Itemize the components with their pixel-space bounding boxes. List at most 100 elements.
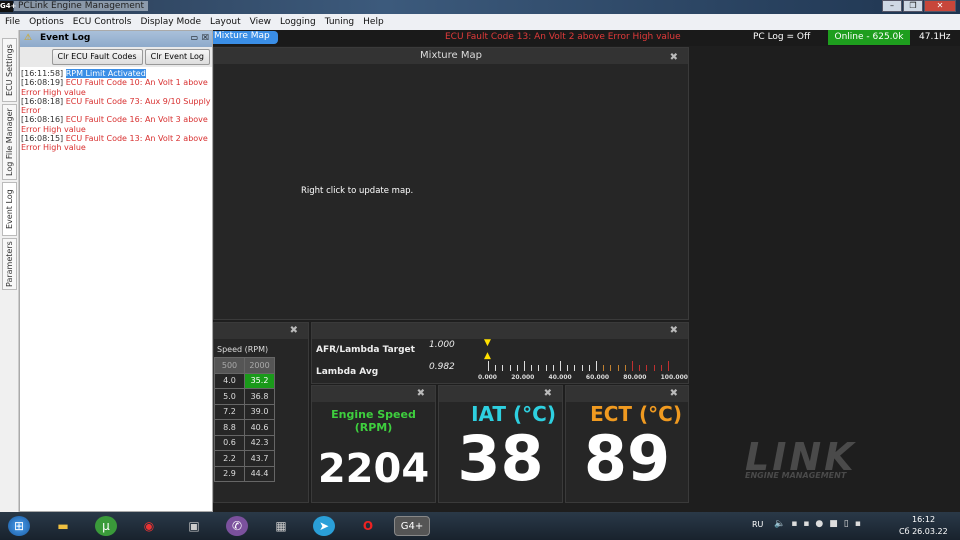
ect-gauge: ✖ ECT (°C) 89 bbox=[565, 385, 689, 503]
side-tabs: ECU Settings Log File Manager Event Log … bbox=[0, 30, 19, 512]
viber-icon[interactable]: ✆ bbox=[226, 516, 248, 536]
table-row: 5.0 36.8 bbox=[214, 388, 275, 405]
minimize-button[interactable]: – bbox=[882, 0, 902, 12]
scale-tick bbox=[588, 365, 590, 371]
start-button[interactable]: ⊞ bbox=[8, 516, 30, 536]
scale-labels: 0.000 20.000 40.000 60.000 80.000 100.000 bbox=[478, 374, 688, 381]
tray-icons[interactable]: 🔈▪▪●■▯▪ bbox=[774, 519, 867, 529]
chip-icon[interactable]: ▦ bbox=[270, 516, 292, 536]
scale-tick bbox=[509, 365, 511, 371]
event-list: [16:11:58] RPM Limit Activated [16:08:19… bbox=[20, 67, 212, 155]
event-log-title: Event Log bbox=[40, 33, 91, 43]
scale-tick bbox=[653, 365, 655, 371]
scale-tick bbox=[646, 365, 648, 371]
table-cell[interactable]: 42.3 bbox=[244, 434, 275, 451]
opera-icon[interactable]: O bbox=[357, 516, 379, 536]
device-icon[interactable]: ▣ bbox=[183, 516, 205, 536]
menu-tuning[interactable]: Tuning bbox=[325, 17, 354, 27]
maximize-icon[interactable]: ✖ bbox=[290, 325, 298, 336]
menu-display-mode[interactable]: Display Mode bbox=[140, 17, 201, 27]
online-status-badge: Online - 625.0k bbox=[828, 30, 910, 45]
table-cell[interactable]: 2.9 bbox=[214, 465, 245, 482]
update-rate: 47.1Hz bbox=[919, 32, 951, 42]
maximize-icon[interactable]: ✖ bbox=[670, 50, 678, 66]
menu-logging[interactable]: Logging bbox=[280, 17, 316, 27]
clear-fault-codes-button[interactable]: Clr ECU Fault Codes bbox=[51, 49, 143, 65]
close-icon[interactable]: ☒ bbox=[202, 33, 209, 42]
list-item[interactable]: [16:08:19] ECU Fault Code 10: An Volt 1 … bbox=[21, 78, 211, 97]
taskbar: ⊞ ▬ µ ◉ ▣ ✆ ▦ ➤ O G4+ RU 🔈▪▪●■▯▪ 16:12 С… bbox=[0, 512, 960, 540]
menu-view[interactable]: View bbox=[250, 17, 271, 27]
fuel-table-panel: ✖ Speed (RPM) 500 2000 4.0 35.2 5.0 36.8 7.2 3… bbox=[213, 322, 309, 503]
table-cell[interactable]: 43.7 bbox=[244, 450, 275, 467]
table-cell[interactable]: 2.2 bbox=[214, 450, 245, 467]
scale-label: 40.000 bbox=[548, 374, 572, 381]
afr-target-value: 1.000 bbox=[429, 340, 455, 350]
pin-icon[interactable]: ▭ bbox=[190, 33, 198, 42]
utorrent-icon[interactable]: µ bbox=[95, 516, 117, 536]
table-row: 7.2 39.0 bbox=[214, 403, 275, 420]
scale-label: 80.000 bbox=[623, 374, 647, 381]
menu-options[interactable]: Options bbox=[29, 17, 64, 27]
scale-tick bbox=[596, 361, 597, 371]
scale-tick bbox=[545, 365, 547, 371]
scale-tick bbox=[531, 365, 533, 371]
close-button[interactable]: ✕ bbox=[924, 0, 956, 12]
maximize-icon[interactable]: ✖ bbox=[670, 325, 678, 336]
table-cell[interactable]: 40.6 bbox=[244, 419, 275, 436]
tab-log-file-manager[interactable]: Log File Manager bbox=[2, 104, 17, 180]
table-cell[interactable]: 44.4 bbox=[244, 465, 275, 482]
tab-parameters[interactable]: Parameters bbox=[2, 238, 17, 290]
maximize-icon[interactable]: ✖ bbox=[670, 388, 678, 399]
maximize-icon[interactable]: ✖ bbox=[544, 388, 552, 399]
tab-event-log[interactable]: Event Log bbox=[2, 182, 17, 236]
table-cell[interactable]: 4.0 bbox=[214, 372, 245, 389]
list-item[interactable]: [16:08:16] ECU Fault Code 16: An Volt 3 … bbox=[21, 115, 211, 134]
mixture-map-title: Mixture Map bbox=[420, 50, 482, 61]
clock-time[interactable]: 16:12 bbox=[912, 515, 935, 524]
table-row: 2.9 44.4 bbox=[214, 465, 275, 482]
restore-button[interactable]: ❐ bbox=[903, 0, 923, 12]
list-item[interactable]: [16:11:58] RPM Limit Activated bbox=[21, 69, 211, 78]
table-cell[interactable]: 5.0 bbox=[214, 388, 245, 405]
gauge-value: 2204 bbox=[317, 446, 430, 492]
wifi-app-icon[interactable]: ◉ bbox=[138, 516, 160, 536]
explorer-icon[interactable]: ▬ bbox=[52, 516, 74, 536]
clear-event-log-button[interactable]: Clr Event Log bbox=[144, 49, 210, 65]
fuel-table[interactable]: 500 2000 4.0 35.2 5.0 36.8 7.2 39.0 8.8 40.6 0.6 4… bbox=[214, 357, 275, 482]
title-bar: G4+ PCLink Engine Management – ❐ ✕ bbox=[0, 0, 960, 14]
target-marker-icon: ▼ bbox=[484, 338, 491, 348]
mixture-map-panel[interactable]: Mixture Map ✖ Right click to update map. bbox=[213, 47, 689, 320]
menu-ecu-controls[interactable]: ECU Controls bbox=[73, 17, 132, 27]
scale-tick bbox=[495, 365, 497, 371]
menu-file[interactable]: File bbox=[5, 17, 20, 27]
clock-date[interactable]: Сб 26.03.22 bbox=[899, 527, 948, 536]
scale-tick bbox=[624, 365, 626, 371]
pclink-taskbar-button[interactable]: G4+ bbox=[394, 516, 430, 536]
scale-tick bbox=[524, 361, 525, 371]
list-item[interactable]: [16:08:18] ECU Fault Code 73: Aux 9/10 S… bbox=[21, 97, 211, 116]
table-row: 2.2 43.7 bbox=[214, 450, 275, 467]
table-cell[interactable]: 0.6 bbox=[214, 434, 245, 451]
maximize-icon[interactable]: ✖ bbox=[417, 388, 425, 399]
table-cell[interactable]: 8.8 bbox=[214, 419, 245, 436]
table-cell[interactable]: 39.0 bbox=[244, 403, 275, 420]
telegram-icon[interactable]: ➤ bbox=[313, 516, 335, 536]
event-log-panel: ⚠ Event Log ▭ ☒ Clr ECU Fault Codes Clr … bbox=[19, 30, 213, 512]
table-axis-label: Speed (RPM) bbox=[217, 345, 269, 354]
language-indicator[interactable]: RU bbox=[752, 520, 763, 529]
pc-log-status[interactable]: PC Log = Off bbox=[753, 32, 810, 42]
table-cell[interactable]: 35.2 bbox=[244, 372, 275, 389]
table-cell[interactable]: 7.2 bbox=[214, 403, 245, 420]
list-item[interactable]: [16:08:15] ECU Fault Code 13: An Volt 2 … bbox=[21, 134, 211, 153]
map-hint: Right click to update map. bbox=[301, 186, 414, 196]
gauge-value: 38 bbox=[457, 422, 544, 495]
menu-layout[interactable]: Layout bbox=[210, 17, 241, 27]
tab-mixture-map[interactable]: Mixture Map bbox=[213, 31, 278, 44]
window-title: PCLink Engine Management bbox=[14, 1, 148, 11]
tab-ecu-settings[interactable]: ECU Settings bbox=[2, 38, 17, 102]
scale-tick bbox=[567, 365, 569, 371]
engine-speed-gauge: ✖ Engine Speed (RPM) 2204 bbox=[311, 385, 436, 503]
menu-help[interactable]: Help bbox=[363, 17, 384, 27]
table-cell[interactable]: 36.8 bbox=[244, 388, 275, 405]
